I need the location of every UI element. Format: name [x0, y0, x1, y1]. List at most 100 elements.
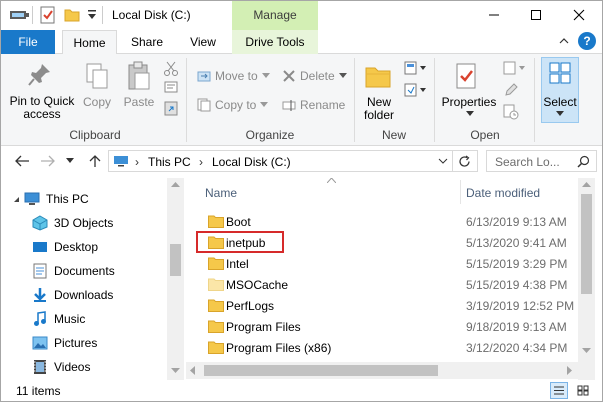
new-folder-button[interactable]: New folder — [356, 96, 402, 122]
pin-icon — [28, 62, 52, 88]
breadcrumb-local-disk[interactable]: Local Disk (C:) — [212, 155, 291, 169]
help-icon[interactable]: ? — [578, 32, 596, 50]
nav-label: Desktop — [54, 240, 99, 254]
cut-icon[interactable] — [164, 61, 178, 77]
qat-dropdown-icon[interactable] — [86, 8, 98, 22]
maximize-button[interactable] — [514, 0, 558, 30]
paste-shortcut-icon[interactable] — [164, 100, 178, 116]
minimize-button[interactable] — [472, 0, 516, 30]
scroll-down-icon[interactable] — [582, 348, 591, 354]
breadcrumb-chevron-icon: › — [199, 155, 203, 169]
nav-3d-objects[interactable]: 3D Objects — [32, 212, 113, 234]
file-date-modified: 5/15/2019 4:38 PM — [466, 278, 568, 292]
paste-button[interactable]: Paste — [120, 96, 158, 109]
title-separator — [102, 6, 103, 24]
nav-label: Videos — [54, 360, 91, 374]
tab-share[interactable]: Share — [122, 30, 172, 54]
qat-separator — [32, 6, 33, 24]
nav-this-pc[interactable]: This PC — [24, 188, 89, 210]
window-icon[interactable] — [10, 8, 30, 22]
nav-pictures[interactable]: Pictures — [32, 332, 97, 354]
scroll-left-icon[interactable] — [190, 366, 196, 375]
nav-desktop[interactable]: Desktop — [32, 236, 98, 258]
chevron-down-icon[interactable] — [466, 111, 474, 117]
nav-label: Downloads — [54, 288, 114, 302]
recent-locations-icon[interactable] — [66, 158, 74, 164]
file-row[interactable]: MSOCache 5/15/2019 4:38 PM — [196, 274, 576, 295]
details-view-icon — [554, 386, 564, 395]
properties-qat-icon[interactable] — [40, 6, 56, 24]
file-row[interactable]: Program Files (x86) 3/12/2020 4:34 PM — [196, 337, 576, 358]
expand-this-pc-icon[interactable] — [13, 196, 21, 204]
search-placeholder: Search Lo... — [495, 155, 560, 169]
properties-icon — [455, 62, 479, 90]
back-button[interactable] — [14, 155, 30, 167]
easy-access-icon[interactable] — [404, 82, 428, 98]
open-icon[interactable] — [503, 60, 527, 76]
file-row[interactable]: Program Files 9/18/2019 9:13 AM — [196, 316, 576, 337]
copy-button[interactable]: Copy — [80, 96, 114, 109]
nav-videos[interactable]: Videos — [32, 356, 90, 378]
nav-documents[interactable]: Documents — [32, 260, 115, 282]
this-pc-address-icon — [113, 155, 129, 167]
organize-group-label: Organize — [245, 128, 295, 142]
new-folder-icon — [364, 62, 392, 90]
file-row[interactable]: PerfLogs 3/19/2019 12:52 PM — [196, 295, 576, 316]
scroll-down-icon[interactable] — [171, 368, 180, 374]
copy-to-button[interactable]: Copy to — [197, 96, 277, 114]
ribbon-separator — [354, 58, 355, 142]
file-scrollbar-thumb[interactable] — [581, 194, 592, 294]
scroll-up-icon[interactable] — [171, 182, 180, 188]
properties-button[interactable]: Properties — [438, 96, 500, 109]
forward-button[interactable] — [40, 155, 56, 167]
nav-downloads[interactable]: Downloads — [32, 284, 113, 306]
rename-button[interactable]: Rename — [282, 96, 352, 114]
up-button[interactable] — [88, 154, 102, 168]
tab-view[interactable]: View — [178, 30, 228, 54]
column-header-date-modified[interactable]: Date modified — [466, 186, 540, 200]
large-icons-view-icon — [577, 385, 589, 396]
nav-scrollbar-thumb[interactable] — [170, 244, 181, 276]
horizontal-scrollbar-thumb[interactable] — [204, 365, 438, 376]
details-view-button[interactable] — [550, 382, 568, 399]
file-row[interactable]: Boot 6/13/2019 9:13 AM — [196, 211, 576, 232]
collapse-ribbon-icon[interactable] — [558, 35, 570, 47]
ribbon-separator — [434, 58, 435, 142]
music-icon — [32, 311, 48, 327]
new-folder-qat-icon[interactable] — [64, 7, 80, 23]
copy-icon — [85, 62, 109, 90]
videos-icon — [32, 359, 48, 375]
breadcrumb-chevron-icon: › — [135, 155, 139, 169]
folder-icon — [208, 278, 224, 291]
tab-drive-tools[interactable]: Drive Tools — [236, 30, 314, 54]
edit-icon[interactable] — [503, 82, 519, 98]
copy-path-icon[interactable] — [164, 81, 178, 93]
scroll-up-icon[interactable] — [582, 182, 591, 188]
folder-icon — [208, 299, 224, 312]
new-group-label: New — [381, 128, 406, 142]
address-dropdown-icon[interactable] — [438, 158, 448, 164]
breadcrumb-this-pc[interactable]: This PC — [148, 155, 191, 169]
column-divider[interactable] — [460, 180, 461, 204]
file-name: Program Files (x86) — [226, 341, 332, 355]
tab-file[interactable]: File — [1, 30, 55, 54]
new-item-icon[interactable] — [404, 60, 428, 76]
scroll-right-icon[interactable] — [567, 366, 573, 375]
file-row[interactable]: Intel 5/15/2019 3:29 PM — [196, 253, 576, 274]
refresh-icon[interactable] — [458, 155, 471, 168]
large-icons-view-button[interactable] — [574, 382, 592, 399]
copy-to-icon — [197, 98, 211, 112]
search-icon[interactable] — [577, 155, 590, 168]
column-header-name[interactable]: Name — [205, 186, 237, 200]
move-to-button[interactable]: Move to — [197, 67, 277, 85]
nav-music[interactable]: Music — [32, 308, 85, 330]
history-icon[interactable] — [503, 104, 519, 120]
delete-button[interactable]: Delete — [282, 67, 352, 85]
pin-to-quick-access-button[interactable]: Pin to Quick access — [6, 95, 78, 121]
chevron-down-icon — [261, 73, 270, 78]
nav-scrollbar[interactable] — [167, 178, 184, 380]
move-to-label: Move to — [215, 68, 258, 83]
close-button[interactable] — [557, 0, 601, 30]
sort-ascending-icon — [327, 178, 336, 183]
tab-home[interactable]: Home — [62, 30, 117, 55]
